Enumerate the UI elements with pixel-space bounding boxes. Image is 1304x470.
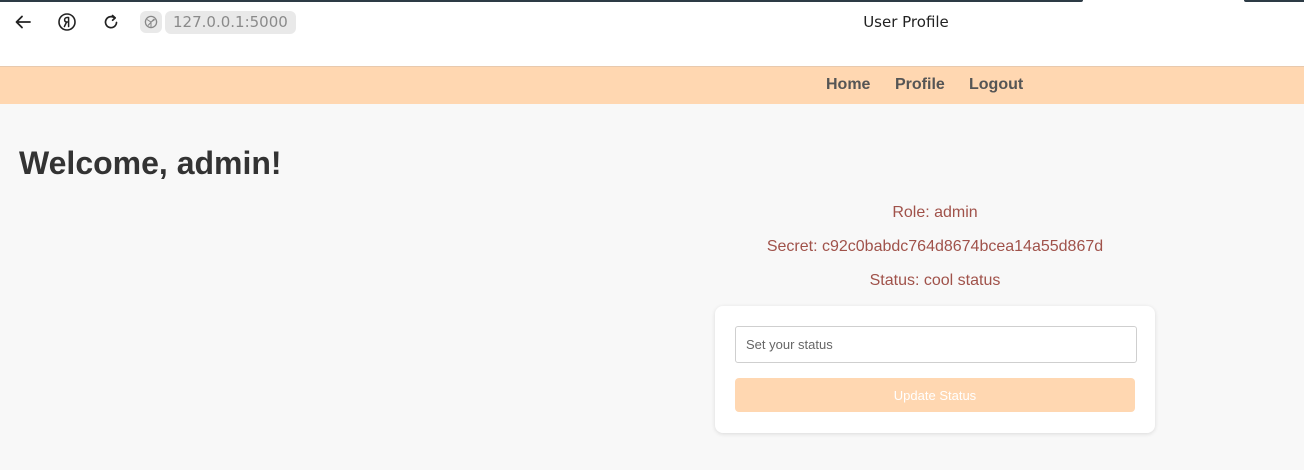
back-arrow-icon[interactable] bbox=[11, 10, 35, 34]
update-status-button[interactable]: Update Status bbox=[735, 378, 1135, 412]
nav-link-home[interactable]: Home bbox=[826, 67, 870, 104]
status-text: Status: cool status bbox=[869, 272, 1001, 289]
tab-edge-indicator bbox=[1244, 0, 1304, 2]
role-text: Role: admin bbox=[892, 204, 978, 221]
status-input[interactable] bbox=[735, 326, 1137, 363]
nav-link-logout[interactable]: Logout bbox=[969, 67, 1023, 104]
secret-text: Secret: c92c0babdc764d8674bcea14a55d867d bbox=[766, 238, 1104, 255]
page-tab-title: User Profile bbox=[863, 13, 949, 31]
reload-icon[interactable] bbox=[99, 10, 123, 34]
top-navbar: Home Profile Logout bbox=[0, 66, 1304, 104]
address-bar-url[interactable]: 127.0.0.1:5000 bbox=[165, 11, 296, 34]
active-tab-indicator bbox=[0, 0, 1083, 2]
yandex-logo-icon[interactable] bbox=[55, 10, 79, 34]
status-form-card: Update Status bbox=[715, 306, 1155, 433]
browser-toolbar: 127.0.0.1:5000 User Profile bbox=[0, 0, 1304, 66]
site-globe-icon[interactable] bbox=[140, 11, 162, 33]
nav-link-profile[interactable]: Profile bbox=[895, 67, 945, 104]
welcome-heading: Welcome, admin! bbox=[19, 145, 282, 181]
